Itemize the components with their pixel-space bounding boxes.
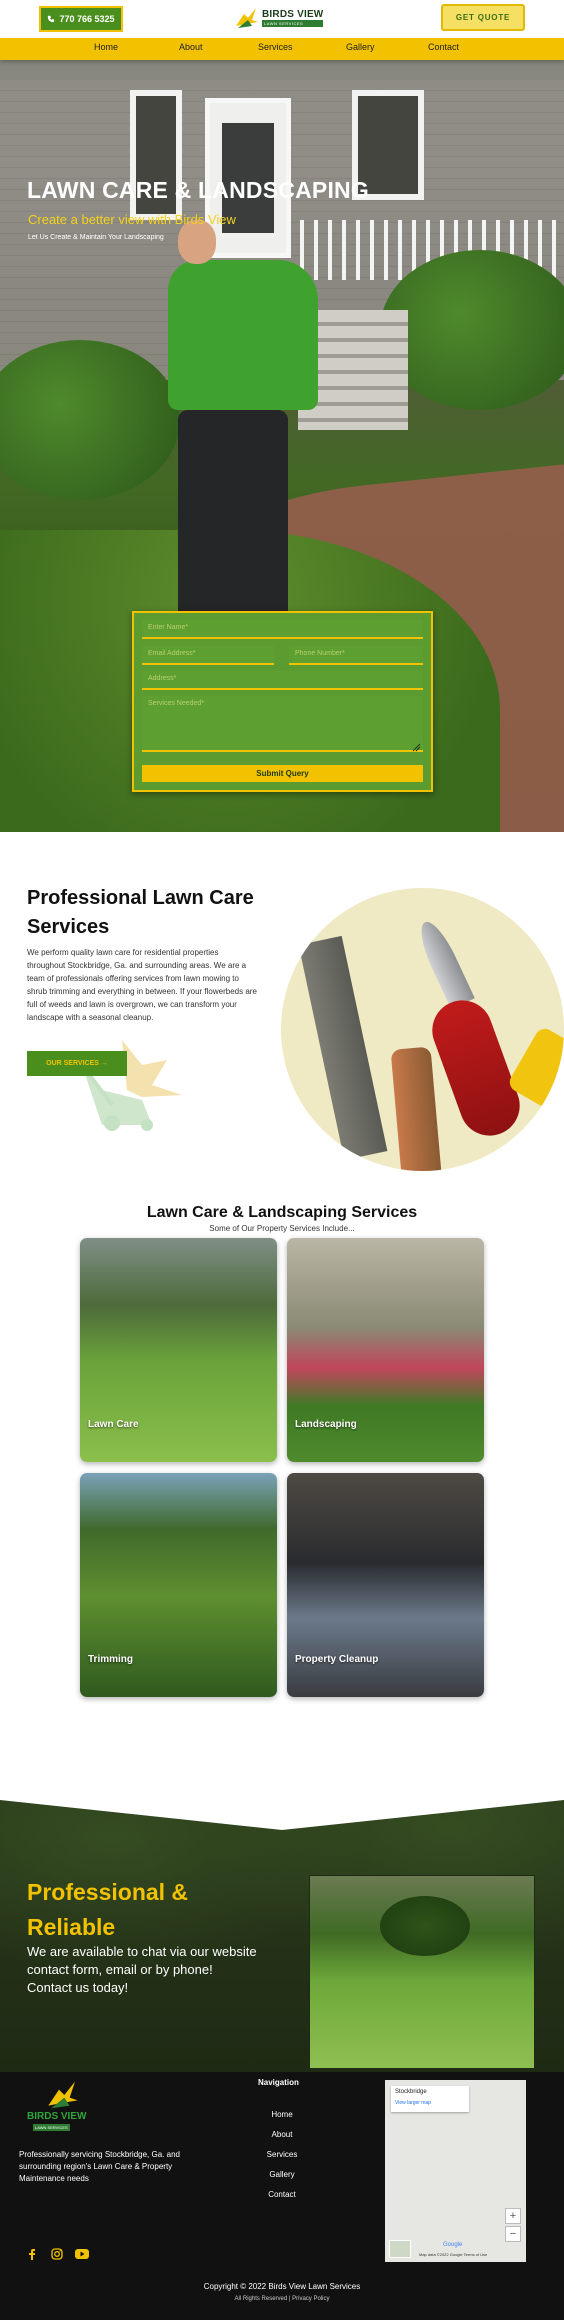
main-nav: Home About Services Gallery Contact: [0, 38, 564, 60]
reliable-text: We are available to chat via our website…: [27, 1944, 257, 1995]
phone-icon: [48, 15, 55, 23]
service-card-label: Trimming: [88, 1654, 134, 1665]
map-zoom-in-button[interactable]: +: [505, 2208, 521, 2224]
site-logo[interactable]: BIRDS VIEW LAWN SERVICES: [234, 4, 330, 32]
nav-contact[interactable]: Contact: [428, 42, 459, 52]
site-header: 770 766 5325 BIRDS VIEW LAWN SERVICES GE…: [0, 0, 564, 38]
map-info-box: Stockbridge View larger map: [391, 2086, 469, 2112]
footer-link-home[interactable]: Home: [240, 2110, 324, 2119]
email-input[interactable]: Email Address*: [142, 646, 274, 665]
submit-query-button[interactable]: Submit Query: [142, 765, 423, 782]
service-card-trimming[interactable]: Trimming: [80, 1473, 277, 1697]
professional-title: Professional Lawn Care Services: [27, 887, 254, 938]
services-title: Lawn Care & Landscaping Services: [146, 1204, 418, 1221]
service-card-label: Lawn Care: [88, 1419, 139, 1430]
logo-name: BIRDS VIEW: [262, 9, 324, 20]
service-card-label: Property Cleanup: [295, 1654, 379, 1665]
footer-description: Professionally servicing Stockbridge, Ga…: [19, 2150, 180, 2183]
lawn-garden-image: [309, 1875, 535, 2069]
nav-gallery[interactable]: Gallery: [346, 42, 375, 52]
address-input[interactable]: Address*: [142, 671, 423, 690]
hero-tagline: Let Us Create & Maintain Your Landscapin…: [28, 234, 164, 241]
logo-subtitle: LAWN SERVICES: [262, 20, 324, 27]
bird-logo-icon: [48, 2081, 78, 2109]
services-textarea[interactable]: Services Needed*: [142, 696, 423, 752]
name-input[interactable]: Enter Name*: [142, 620, 423, 639]
nav-home[interactable]: Home: [94, 42, 118, 52]
site-footer: BIRDS VIEW LAWN SERVICES Professionally …: [0, 2072, 564, 2320]
phone-number: 770 766 5325: [59, 14, 115, 24]
facebook-icon[interactable]: [25, 2247, 39, 2261]
garden-tools-image: [281, 888, 564, 1171]
bird-logo-icon: [236, 8, 258, 28]
map-zoom-out-button[interactable]: −: [505, 2226, 521, 2242]
nav-about[interactable]: About: [179, 42, 203, 52]
map-satellite-toggle[interactable]: [389, 2240, 411, 2258]
our-services-button[interactable]: OUR SERVICES →: [27, 1051, 127, 1076]
lawn-mower-bird-icon: [80, 1040, 182, 1131]
footer-link-about[interactable]: About: [240, 2130, 324, 2139]
get-quote-button[interactable]: GET QUOTE: [441, 4, 525, 31]
hero-subtitle: Create a better view with Birds View: [28, 212, 236, 227]
quote-form: Enter Name* Email Address* Phone Number*…: [132, 611, 433, 792]
view-larger-map-link[interactable]: View larger map: [395, 2100, 431, 2106]
service-card-landscaping[interactable]: Landscaping: [287, 1238, 484, 1462]
footer-nav-title: Navigation: [258, 2078, 299, 2087]
service-card-lawn-care[interactable]: Lawn Care: [80, 1238, 277, 1462]
google-map[interactable]: Stockbridge View larger map + − Google M…: [385, 2080, 526, 2262]
footer-logo-subtitle: LAWN SERVICES: [33, 2124, 70, 2131]
professional-text: We perform quality lawn care for residen…: [27, 948, 257, 1022]
service-card-property-cleanup[interactable]: Property Cleanup: [287, 1473, 484, 1697]
reliable-heading: Professional & Reliable: [27, 1879, 189, 1940]
rights-privacy-link[interactable]: All Rights Reserved | Privacy Policy: [0, 2296, 564, 2302]
reliable-section: Professional & Reliable We are available…: [0, 1800, 564, 2072]
hero-worker-image: [168, 220, 318, 640]
resize-handle-icon[interactable]: [411, 742, 421, 752]
phone-button[interactable]: 770 766 5325: [39, 6, 123, 32]
instagram-icon[interactable]: [50, 2247, 64, 2261]
map-place-name: Stockbridge: [395, 2089, 427, 2095]
footer-logo-name: BIRDS VIEW: [27, 2111, 87, 2122]
map-attribution: Map data ©2022 Google Terms of Use: [419, 2252, 488, 2257]
footer-link-gallery[interactable]: Gallery: [240, 2170, 324, 2179]
phone-input[interactable]: Phone Number*: [289, 646, 423, 665]
services-subtitle: Some of Our Property Services Include...: [209, 1224, 355, 1233]
footer-link-services[interactable]: Services: [240, 2150, 324, 2159]
youtube-icon[interactable]: [75, 2247, 89, 2261]
copyright-text: Copyright © 2022 Birds View Lawn Service…: [203, 2282, 361, 2291]
footer-logo[interactable]: BIRDS VIEW LAWN SERVICES: [27, 2079, 97, 2135]
service-card-label: Landscaping: [295, 1419, 357, 1430]
hero-title: LAWN CARE & LANDSCAPING: [27, 177, 369, 203]
footer-link-contact[interactable]: Contact: [240, 2190, 324, 2199]
google-logo: Google: [443, 2242, 463, 2248]
nav-services[interactable]: Services: [258, 42, 293, 52]
